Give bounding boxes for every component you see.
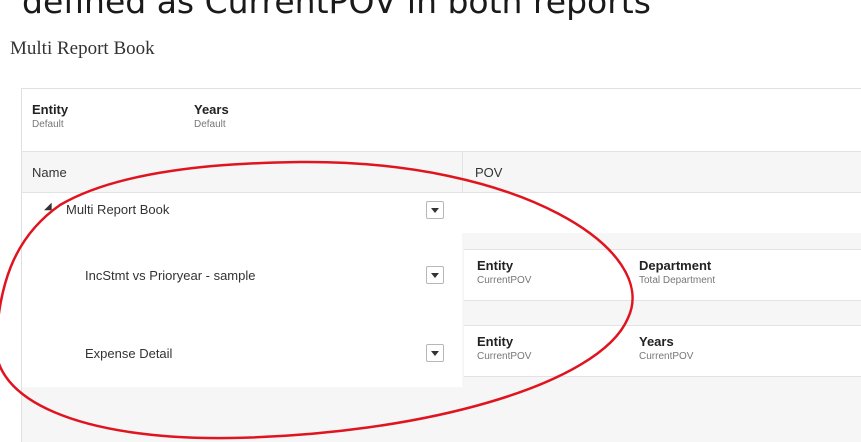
pov-dimension-value: Default <box>194 119 226 130</box>
pov-dimension-label: Years <box>194 102 229 117</box>
pov-dimension-value: CurrentPOV <box>477 351 532 362</box>
pov-dimension-label: Entity <box>32 102 69 117</box>
pov-dimension-label: Years <box>639 334 674 349</box>
column-header-label: POV <box>475 165 503 180</box>
grid-row-report[interactable]: IncStmt vs Prioryear - sample <box>22 233 462 323</box>
pov-dimension-label: Department <box>639 258 712 273</box>
pov-dimension-years[interactable]: Years Default <box>194 102 229 132</box>
row-menu-button[interactable] <box>426 344 444 362</box>
pov-dimension-label: Entity <box>477 258 514 273</box>
row-label: Expense Detail <box>85 346 173 361</box>
pov-dimension-label: Entity <box>477 334 514 349</box>
pov-dimension-value: CurrentPOV <box>477 275 532 286</box>
grid-row-report[interactable]: Expense Detail <box>22 323 462 387</box>
report-pov-entity[interactable]: Entity CurrentPOV <box>477 258 531 288</box>
pov-dimension-value: Default <box>32 119 64 130</box>
book-pov-bar: Entity Default Years Default <box>22 89 861 151</box>
book-panel: Entity Default Years Default Name POV ◢ … <box>21 88 861 442</box>
collapse-triangle-icon[interactable]: ◢ <box>44 201 52 212</box>
report-pov-years[interactable]: Years CurrentPOV <box>639 334 693 364</box>
row-menu-button[interactable] <box>426 266 444 284</box>
dropdown-arrow-icon <box>431 273 439 278</box>
report-pov-department[interactable]: Department Total Department <box>639 258 715 288</box>
annotation-caption: defined as CurrentPOV in both reports <box>22 0 651 21</box>
grid-row-book[interactable]: ◢ Multi Report Book <box>22 193 861 233</box>
book-title: Multi Report Book <box>10 38 155 59</box>
column-header-label: Name <box>32 165 67 180</box>
row-label: Multi Report Book <box>66 202 170 217</box>
column-header-pov[interactable]: POV <box>463 151 861 193</box>
dropdown-arrow-icon <box>431 208 439 213</box>
pov-dimension-entity[interactable]: Entity Default <box>32 102 68 132</box>
dropdown-arrow-icon <box>431 351 439 356</box>
report-pov-card: Entity CurrentPOV Department Total Depar… <box>464 249 861 301</box>
report-pov-card: Entity CurrentPOV Years CurrentPOV <box>464 325 861 377</box>
row-label: IncStmt vs Prioryear - sample <box>85 268 256 283</box>
pov-dimension-value: Total Department <box>639 275 716 286</box>
report-grid: Name POV ◢ Multi Report Book IncStmt vs … <box>22 151 861 442</box>
column-header-name[interactable]: Name <box>22 151 462 193</box>
row-menu-button[interactable] <box>426 201 444 219</box>
pov-dimension-value: CurrentPOV <box>639 351 694 362</box>
report-pov-entity[interactable]: Entity CurrentPOV <box>477 334 531 364</box>
